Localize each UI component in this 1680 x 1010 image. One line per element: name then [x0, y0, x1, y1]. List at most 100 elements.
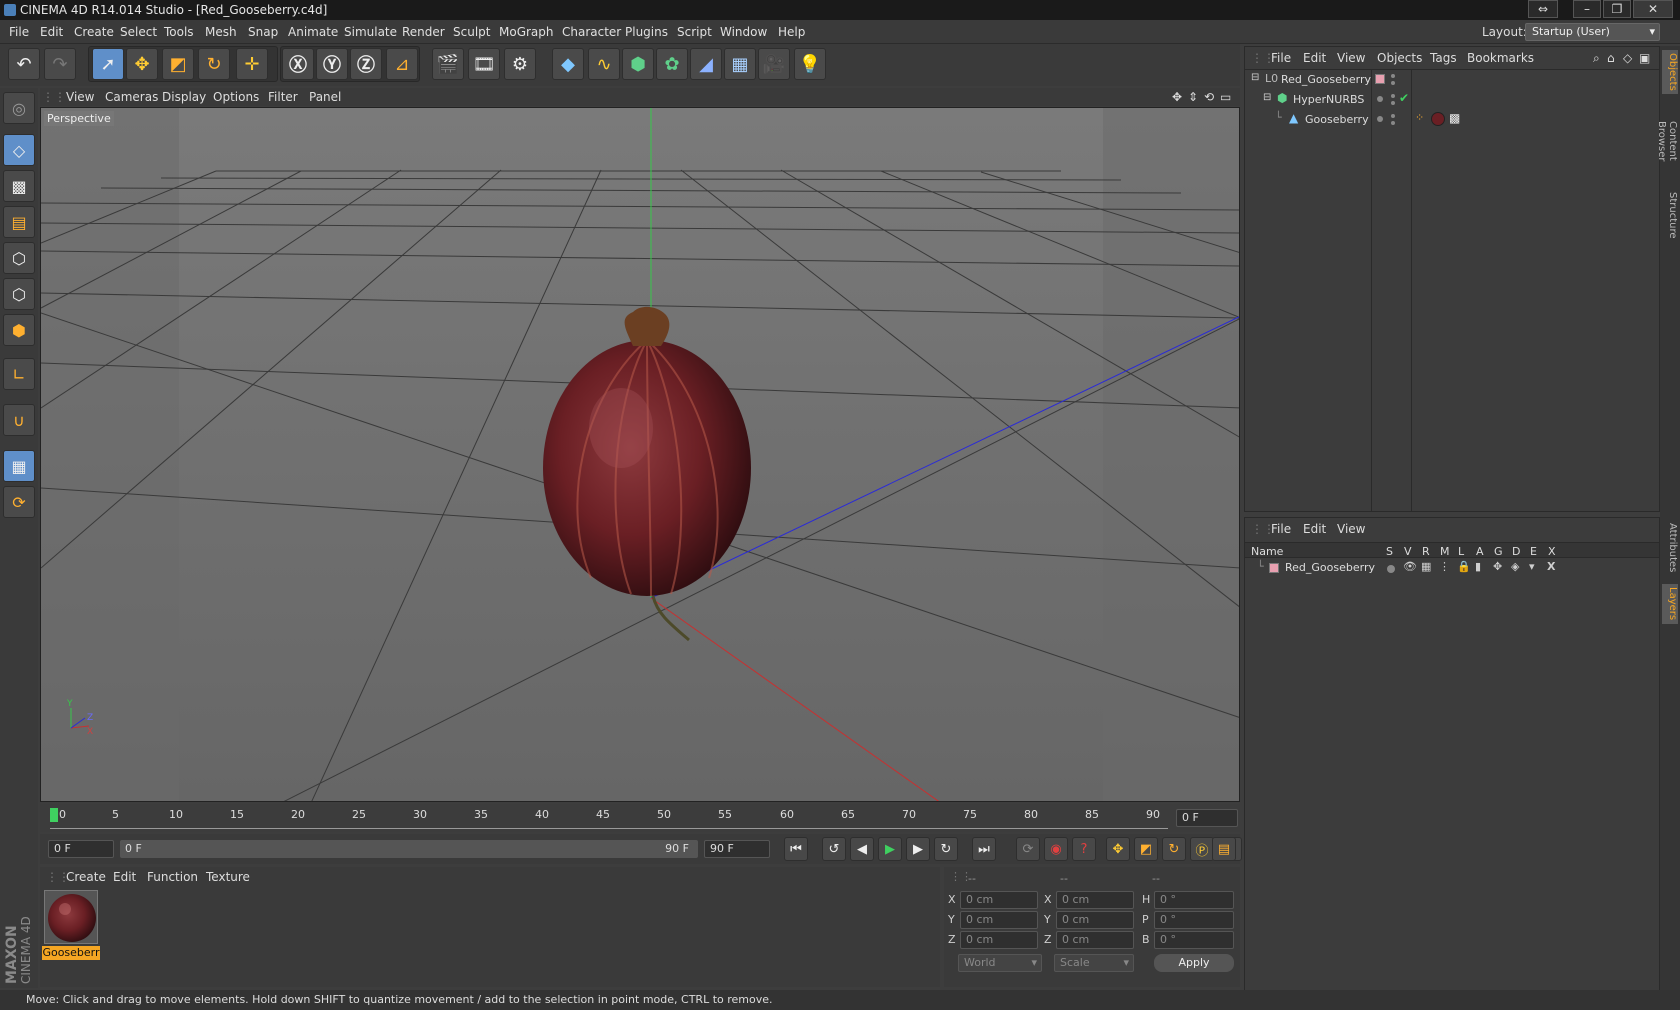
magnet-icon[interactable]: ∪ — [3, 404, 35, 436]
fullscreen-toggle-icon[interactable]: ⇔ — [1528, 0, 1558, 18]
col-x[interactable]: X — [1548, 545, 1556, 558]
scale-tool-icon[interactable]: ◩ — [162, 48, 194, 80]
render-toggle-icon[interactable]: ▦ — [1421, 560, 1431, 573]
layout-select[interactable]: Startup (User) ▾ — [1525, 23, 1660, 41]
menu-create[interactable]: Create — [74, 25, 114, 39]
texture-mode-icon[interactable]: ▩ — [3, 170, 35, 202]
rotate-view-icon[interactable]: ⟲ — [1204, 90, 1214, 104]
render-dot[interactable] — [1391, 81, 1395, 85]
expressions-toggle-icon[interactable]: ▾ — [1529, 560, 1535, 573]
col-e[interactable]: E — [1530, 545, 1537, 558]
undo-icon[interactable]: ↶ — [8, 48, 40, 80]
uvw-tag-icon[interactable]: ▩ — [1449, 111, 1460, 125]
visibility-dot[interactable] — [1391, 94, 1395, 98]
render-view-icon[interactable]: 🎬 — [432, 48, 464, 80]
pan-view-icon[interactable]: ✥ — [1172, 90, 1182, 104]
col-l[interactable]: L — [1458, 545, 1464, 558]
add-tool-icon[interactable]: ✛ — [236, 48, 268, 80]
start-frame-field[interactable]: 0 F — [48, 840, 114, 858]
material-tag-icon[interactable] — [1431, 112, 1445, 126]
material-swatch[interactable]: Gooseberr — [42, 890, 100, 962]
apply-button[interactable]: Apply — [1154, 954, 1234, 972]
size-mode-select[interactable]: Scale ▾ — [1054, 954, 1134, 972]
collapse-icon[interactable]: ⊟ — [1251, 72, 1259, 83]
keyframe-selection-icon[interactable]: ? — [1072, 837, 1096, 861]
maximize-view-icon[interactable]: ▭ — [1220, 90, 1231, 104]
lm-menu-view[interactable]: View — [1337, 522, 1365, 536]
zoom-view-icon[interactable]: ⇕ — [1188, 90, 1198, 104]
vp-menu-options[interactable]: Options — [213, 90, 259, 104]
render-dot[interactable] — [1391, 101, 1395, 105]
layer-row[interactable]: └ Red_Gooseberry 👁 ▦ ⋮ 🔒 ▮ ✥ ◈ ▾ X — [1245, 560, 1659, 576]
auto-keying-icon[interactable]: ◉ — [1044, 837, 1068, 861]
menu-window[interactable]: Window — [720, 25, 767, 39]
timeline-window-icon[interactable]: ▤ — [1212, 837, 1236, 861]
light-icon[interactable]: 💡 — [794, 48, 826, 80]
tab-content-browser[interactable]: Content Browser — [1656, 100, 1678, 182]
menu-select[interactable]: Select — [120, 25, 157, 39]
vp-menu-view[interactable]: View — [66, 90, 94, 104]
menu-edit[interactable]: Edit — [40, 25, 63, 39]
nurbs-icon[interactable]: ⬢ — [622, 48, 654, 80]
perspective-viewport[interactable]: Y Z X — [40, 107, 1240, 802]
menu-animate[interactable]: Animate — [288, 25, 338, 39]
col-v[interactable]: V — [1404, 545, 1412, 558]
menu-tools[interactable]: Tools — [164, 25, 194, 39]
vp-menu-cameras[interactable]: Cameras — [105, 90, 158, 104]
col-r[interactable]: R — [1422, 545, 1430, 558]
mat-menu-edit[interactable]: Edit — [113, 870, 136, 884]
menu-mesh[interactable]: Mesh — [205, 25, 237, 39]
snap-icon[interactable]: ⟳ — [3, 486, 35, 518]
col-m[interactable]: M — [1440, 545, 1450, 558]
tab-layers[interactable]: Layers — [1662, 584, 1678, 624]
om-menu-file[interactable]: File — [1271, 51, 1291, 65]
timeline-playhead[interactable] — [50, 808, 58, 822]
cube-primitive-icon[interactable]: ◆ — [552, 48, 584, 80]
col-d[interactable]: D — [1512, 545, 1520, 558]
col-s[interactable]: S — [1386, 545, 1393, 558]
size-z-field[interactable]: 0 cm — [1056, 931, 1134, 949]
end-frame-field[interactable]: 90 F — [704, 840, 770, 858]
points-mode-icon[interactable]: ⬡ — [3, 242, 35, 274]
pos-y-field[interactable]: 0 cm — [960, 911, 1038, 929]
editor-visibility-dot[interactable] — [1377, 116, 1383, 122]
record-keys-icon[interactable]: ⟳ — [1016, 837, 1040, 861]
vp-menu-panel[interactable]: Panel — [309, 90, 341, 104]
model-mode-icon[interactable]: ◇ — [3, 134, 35, 166]
lm-menu-edit[interactable]: Edit — [1303, 522, 1326, 536]
x-axis-lock-icon[interactable]: Ⓧ — [282, 48, 314, 80]
key-rotation-icon[interactable]: ↻ — [1162, 837, 1186, 861]
make-editable-icon[interactable]: ◎ — [3, 92, 35, 124]
timeline-ruler[interactable]: 0 5 10 15 20 25 30 35 40 45 50 55 60 65 … — [40, 804, 1240, 832]
mat-menu-function[interactable]: Function — [147, 870, 198, 884]
om-menu-tags[interactable]: Tags — [1430, 51, 1457, 65]
visibility-dot[interactable] — [1391, 74, 1395, 78]
axis-mode-icon[interactable]: ∟ — [3, 358, 35, 390]
deformers-toggle-icon[interactable]: ◈ — [1511, 560, 1519, 573]
menu-render[interactable]: Render — [402, 25, 445, 39]
object-row[interactable]: └ ▲ Gooseberry ⁘ ▩ — [1245, 111, 1659, 129]
menu-mograph[interactable]: MoGraph — [499, 25, 554, 39]
render-picture-viewer-icon[interactable]: 🎞 — [468, 48, 500, 80]
object-row[interactable]: ⊟ L0 Red_Gooseberry — [1245, 71, 1659, 89]
col-a[interactable]: A — [1476, 545, 1484, 558]
editor-visibility-dot[interactable] — [1377, 96, 1383, 102]
goto-start-icon[interactable]: ⏮ — [784, 837, 808, 861]
coordinate-system-icon[interactable]: ⊿ — [386, 48, 418, 80]
col-name[interactable]: Name — [1251, 545, 1283, 558]
deformer-icon[interactable]: ◢ — [690, 48, 722, 80]
generators-toggle-icon[interactable]: ✥ — [1493, 560, 1502, 573]
close-button[interactable]: ✕ — [1633, 0, 1673, 18]
render-settings-icon[interactable]: ⚙ — [504, 48, 536, 80]
om-menu-edit[interactable]: Edit — [1303, 51, 1326, 65]
om-menu-objects[interactable]: Objects — [1377, 51, 1422, 65]
enabled-check-icon[interactable]: ✔ — [1399, 91, 1409, 105]
rot-b-field[interactable]: 0 ° — [1154, 931, 1234, 949]
solo-toggle-icon[interactable] — [1387, 565, 1395, 573]
search-icon[interactable]: ⌕ — [1593, 51, 1600, 66]
current-frame-field[interactable]: 0 F — [1176, 809, 1238, 827]
size-x-field[interactable]: 0 cm — [1056, 891, 1134, 909]
layer-color-swatch[interactable] — [1269, 563, 1279, 573]
key-parameter-icon[interactable]: Ⓟ — [1190, 837, 1214, 861]
animation-toggle-icon[interactable]: ▮ — [1475, 560, 1481, 573]
